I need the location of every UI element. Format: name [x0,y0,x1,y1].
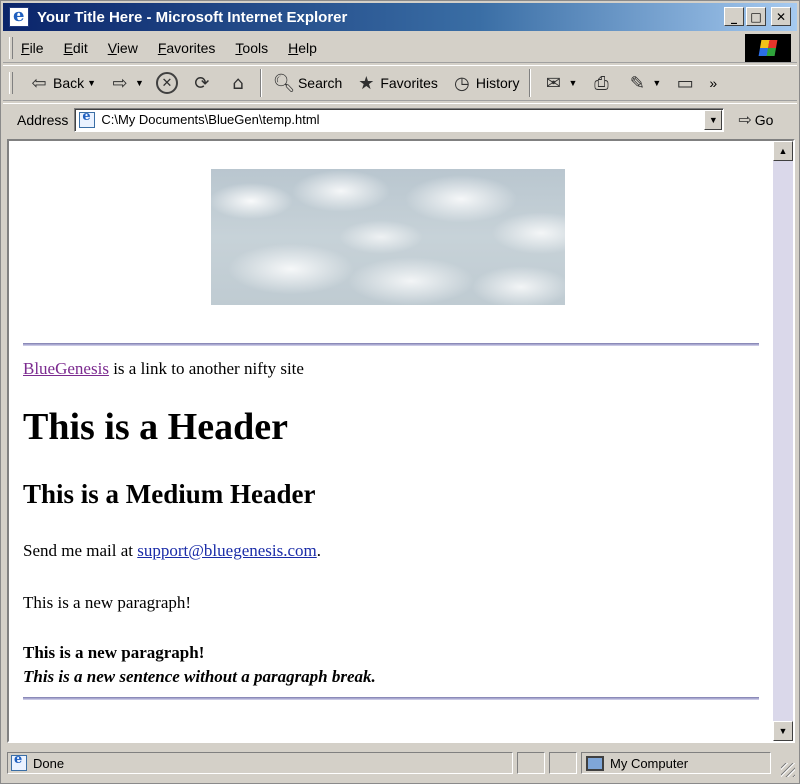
scroll-up-icon[interactable]: ▲ [773,141,793,161]
back-button[interactable]: ⇦ Back ▼ [21,68,102,98]
address-bar: Address C:\My Documents\BlueGen\temp.htm… [3,103,797,135]
go-button[interactable]: ⇨ Go [738,110,773,129]
home-button[interactable]: ⌂ [220,68,256,98]
status-zone-panel: My Computer [581,752,771,774]
go-arrow-icon: ⇨ [738,110,752,129]
scroll-track[interactable] [773,161,793,721]
menu-help[interactable]: Help [288,40,317,56]
window-title: Your Title Here - Microsoft Internet Exp… [37,8,348,26]
minimize-button[interactable]: _ [724,7,744,26]
back-arrow-icon: ⇦ [31,72,47,94]
search-button[interactable]: 🔍︎ Search [266,68,348,98]
italic-sentence: This is a new sentence without a paragra… [23,667,376,686]
standard-toolbar: ⇦ Back ▼ ⇨ ▼ ✕ ⟳ ⌂ 🔍︎ Search ★ Favorites… [3,65,797,101]
title-bar[interactable]: Your Title Here - Microsoft Internet Exp… [3,3,797,31]
paragraph-plain: This is a new paragraph! [23,593,192,612]
edit-button[interactable]: ✎ ▼ [619,68,667,98]
stop-icon: ✕ [155,72,178,94]
mail-icon: ✉ [545,72,562,94]
back-label: Back [53,75,85,91]
stop-button[interactable]: ✕ [150,68,184,98]
print-icon: ⎙ [594,72,609,94]
menu-favorites[interactable]: Favorites [158,40,216,56]
history-icon: ◷ [454,72,470,94]
medium-header: This is a Medium Header [23,479,316,509]
menu-grip[interactable] [9,36,13,59]
address-input[interactable]: C:\My Documents\BlueGen\temp.html [101,112,319,127]
maximize-button[interactable]: □ [746,7,766,26]
vertical-scrollbar[interactable]: ▲ ▼ [773,141,793,741]
home-icon: ⌂ [232,72,244,94]
link-paragraph: BlueGenesis is a link to another nifty s… [23,359,304,379]
forward-button[interactable]: ⇨ ▼ [102,68,150,98]
status-text: Done [33,755,65,771]
toolbar-chevron[interactable]: » [703,68,723,98]
link-description: is a link to another nifty site [108,359,304,378]
bold-sentence: This is a new paragraph! [23,643,205,662]
page-icon [79,109,96,128]
address-field[interactable]: C:\My Documents\BlueGen\temp.html ▼ [74,107,725,132]
paragraph-formatted: This is a new paragraph! This is a new s… [23,641,376,689]
bluegenesis-link[interactable]: BlueGenesis [23,359,109,378]
menu-tools[interactable]: Tools [235,40,268,56]
web-page: BlueGenesis is a link to another nifty s… [9,141,773,741]
scroll-down-icon[interactable]: ▼ [773,721,793,741]
ie-window: Your Title Here - Microsoft Internet Exp… [0,0,800,784]
mail-suffix: . [316,541,322,560]
menu-view[interactable]: View [108,40,138,56]
discuss-button[interactable]: ▭ [667,68,703,98]
favorites-button[interactable]: ★ Favorites [348,68,444,98]
close-button[interactable]: ✕ [771,7,791,26]
window-controls: _ □ ✕ [724,7,791,26]
mail-prefix: Send me mail at [23,541,138,560]
back-dropdown-icon[interactable]: ▼ [87,78,96,88]
horizontal-rule-bottom [23,697,759,700]
toolbar-grip[interactable] [9,72,13,94]
menu-edit[interactable]: Edit [64,40,88,56]
resize-grip-icon[interactable] [781,763,795,777]
mail-dropdown-icon[interactable]: ▼ [568,78,577,88]
status-bar: Done My Computer [3,747,797,779]
history-button[interactable]: ◷ History [444,68,526,98]
refresh-button[interactable]: ⟳ [184,68,220,98]
browser-viewport: BlueGenesis is a link to another nifty s… [7,139,795,743]
favorites-folder-icon: ★ [358,72,375,94]
history-label: History [475,75,520,91]
go-label: Go [754,111,774,128]
address-dropdown-icon[interactable]: ▼ [704,109,723,130]
menu-bar: File Edit View Favorites Tools Help [3,33,797,63]
favorites-label: Favorites [380,75,438,91]
menu-file[interactable]: File [21,40,44,56]
mail-button[interactable]: ✉ ▼ [535,68,583,98]
mail-paragraph: Send me mail at support@bluegenesis.com. [23,541,321,561]
status-page-icon [11,752,27,771]
large-header: This is a Header [23,406,288,448]
horizontal-rule [23,343,759,346]
edit-icon: ✎ [629,72,645,94]
refresh-icon: ⟳ [194,72,210,94]
ie-page-icon [9,5,29,27]
edit-dropdown-icon[interactable]: ▼ [652,78,661,88]
status-panel [517,752,545,774]
windows-logo-icon [745,34,791,62]
mail-link[interactable]: support@bluegenesis.com [137,541,317,560]
print-button[interactable]: ⎙ [583,68,619,98]
forward-dropdown-icon[interactable]: ▼ [135,78,144,88]
toolbar-separator [259,69,262,97]
toolbar-separator [529,69,532,97]
address-label: Address [17,111,69,128]
cloud-banner-image [211,169,565,305]
discuss-icon: ▭ [676,72,694,94]
status-panel [549,752,577,774]
zone-text: My Computer [610,755,689,771]
search-label: Search [297,75,343,91]
my-computer-icon [586,755,604,771]
forward-arrow-icon: ⇨ [112,72,128,94]
search-globe-icon: 🔍︎ [272,72,296,94]
status-main-panel: Done [7,752,513,774]
